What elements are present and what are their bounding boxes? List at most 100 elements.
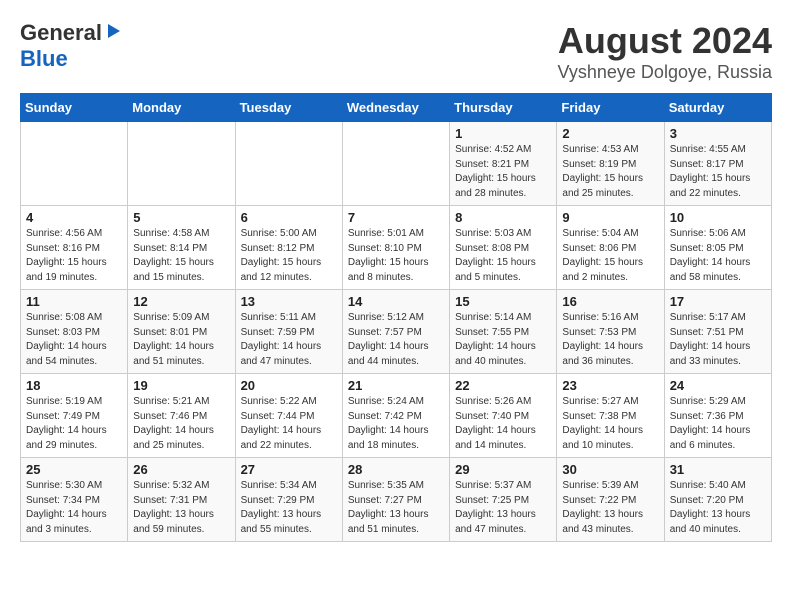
- day-number: 20: [241, 378, 337, 393]
- day-number: 8: [455, 210, 551, 225]
- calendar-cell: 1 Sunrise: 4:52 AM Sunset: 8:21 PM Daylig…: [450, 122, 557, 206]
- day-number: 17: [670, 294, 766, 309]
- week-row-4: 18 Sunrise: 5:19 AM Sunset: 7:49 PM Dayli…: [21, 374, 772, 458]
- day-number: 2: [562, 126, 658, 141]
- day-info: Sunrise: 5:21 AM Sunset: 7:46 PM Dayligh…: [133, 395, 229, 453]
- day-info: Sunrise: 4:58 AM Sunset: 8:14 PM Dayligh…: [133, 227, 229, 285]
- day-number: 29: [455, 462, 551, 477]
- calendar-title: August 2024: [558, 20, 772, 62]
- day-number: 4: [26, 210, 122, 225]
- day-number: 24: [670, 378, 766, 393]
- day-info: Sunrise: 5:37 AM Sunset: 7:25 PM Dayligh…: [455, 479, 551, 537]
- day-number: 31: [670, 462, 766, 477]
- day-number: 5: [133, 210, 229, 225]
- day-number: 21: [348, 378, 444, 393]
- day-info: Sunrise: 5:04 AM Sunset: 8:06 PM Dayligh…: [562, 227, 658, 285]
- day-info: Sunrise: 5:22 AM Sunset: 7:44 PM Dayligh…: [241, 395, 337, 453]
- calendar-cell: 2 Sunrise: 4:53 AM Sunset: 8:19 PM Daylig…: [557, 122, 664, 206]
- day-info: Sunrise: 5:11 AM Sunset: 7:59 PM Dayligh…: [241, 311, 337, 369]
- calendar-cell: 19 Sunrise: 5:21 AM Sunset: 7:46 PM Dayli…: [128, 374, 235, 458]
- day-info: Sunrise: 5:16 AM Sunset: 7:53 PM Dayligh…: [562, 311, 658, 369]
- logo-text-general: General: [20, 20, 102, 46]
- title-section: August 2024 Vyshneye Dolgoye, Russia: [558, 20, 772, 83]
- day-info: Sunrise: 4:55 AM Sunset: 8:17 PM Dayligh…: [670, 143, 766, 201]
- day-number: 7: [348, 210, 444, 225]
- week-row-5: 25 Sunrise: 5:30 AM Sunset: 7:34 PM Dayli…: [21, 458, 772, 542]
- calendar-cell: 16Sunrise: 5:16 AM Sunset: 7:53 PM Dayli…: [557, 290, 664, 374]
- day-info: Sunrise: 5:01 AM Sunset: 8:10 PM Dayligh…: [348, 227, 444, 285]
- day-number: 13: [241, 294, 337, 309]
- calendar-cell: 8Sunrise: 5:03 AM Sunset: 8:08 PM Daylig…: [450, 206, 557, 290]
- day-info: Sunrise: 5:06 AM Sunset: 8:05 PM Dayligh…: [670, 227, 766, 285]
- calendar-cell: 25 Sunrise: 5:30 AM Sunset: 7:34 PM Dayli…: [21, 458, 128, 542]
- calendar-cell: 4 Sunrise: 4:56 AM Sunset: 8:16 PM Daylig…: [21, 206, 128, 290]
- day-info: Sunrise: 5:00 AM Sunset: 8:12 PM Dayligh…: [241, 227, 337, 285]
- day-info: Sunrise: 4:53 AM Sunset: 8:19 PM Dayligh…: [562, 143, 658, 201]
- logo-text-blue: Blue: [20, 46, 68, 71]
- day-number: 12: [133, 294, 229, 309]
- logo: General Blue: [20, 20, 122, 72]
- calendar-cell: 29 Sunrise: 5:37 AM Sunset: 7:25 PM Dayli…: [450, 458, 557, 542]
- day-info: Sunrise: 4:52 AM Sunset: 8:21 PM Dayligh…: [455, 143, 551, 201]
- day-number: 25: [26, 462, 122, 477]
- day-info: Sunrise: 5:32 AM Sunset: 7:31 PM Dayligh…: [133, 479, 229, 537]
- calendar-cell: 30Sunrise: 5:39 AM Sunset: 7:22 PM Dayli…: [557, 458, 664, 542]
- day-number: 15: [455, 294, 551, 309]
- day-number: 18: [26, 378, 122, 393]
- day-info: Sunrise: 5:19 AM Sunset: 7:49 PM Dayligh…: [26, 395, 122, 453]
- day-info: Sunrise: 5:27 AM Sunset: 7:38 PM Dayligh…: [562, 395, 658, 453]
- day-number: 26: [133, 462, 229, 477]
- day-number: 19: [133, 378, 229, 393]
- calendar-cell: 27 Sunrise: 5:34 AM Sunset: 7:29 PM Dayli…: [235, 458, 342, 542]
- day-info: Sunrise: 5:24 AM Sunset: 7:42 PM Dayligh…: [348, 395, 444, 453]
- calendar-cell: 10 Sunrise: 5:06 AM Sunset: 8:05 PM Dayli…: [664, 206, 771, 290]
- day-info: Sunrise: 5:40 AM Sunset: 7:20 PM Dayligh…: [670, 479, 766, 537]
- calendar-cell: 18 Sunrise: 5:19 AM Sunset: 7:49 PM Dayli…: [21, 374, 128, 458]
- calendar-cell: 15Sunrise: 5:14 AM Sunset: 7:55 PM Dayli…: [450, 290, 557, 374]
- day-info: Sunrise: 5:35 AM Sunset: 7:27 PM Dayligh…: [348, 479, 444, 537]
- day-info: Sunrise: 5:12 AM Sunset: 7:57 PM Dayligh…: [348, 311, 444, 369]
- calendar-cell: 31 Sunrise: 5:40 AM Sunset: 7:20 PM Dayli…: [664, 458, 771, 542]
- day-number: 28: [348, 462, 444, 477]
- day-number: 11: [26, 294, 122, 309]
- day-number: 10: [670, 210, 766, 225]
- calendar-cell: [128, 122, 235, 206]
- header-thursday: Thursday: [450, 94, 557, 122]
- calendar-cell: 17Sunrise: 5:17 AM Sunset: 7:51 PM Dayli…: [664, 290, 771, 374]
- week-row-2: 4 Sunrise: 4:56 AM Sunset: 8:16 PM Daylig…: [21, 206, 772, 290]
- day-number: 9: [562, 210, 658, 225]
- calendar-cell: [342, 122, 449, 206]
- day-info: Sunrise: 4:56 AM Sunset: 8:16 PM Dayligh…: [26, 227, 122, 285]
- day-info: Sunrise: 5:34 AM Sunset: 7:29 PM Dayligh…: [241, 479, 337, 537]
- day-number: 22: [455, 378, 551, 393]
- calendar-cell: 21 Sunrise: 5:24 AM Sunset: 7:42 PM Dayli…: [342, 374, 449, 458]
- day-info: Sunrise: 5:30 AM Sunset: 7:34 PM Dayligh…: [26, 479, 122, 537]
- header-wednesday: Wednesday: [342, 94, 449, 122]
- header-tuesday: Tuesday: [235, 94, 342, 122]
- calendar-cell: 22 Sunrise: 5:26 AM Sunset: 7:40 PM Dayli…: [450, 374, 557, 458]
- header-sunday: Sunday: [21, 94, 128, 122]
- calendar-cell: [21, 122, 128, 206]
- calendar-cell: 12Sunrise: 5:09 AM Sunset: 8:01 PM Dayli…: [128, 290, 235, 374]
- day-info: Sunrise: 5:26 AM Sunset: 7:40 PM Dayligh…: [455, 395, 551, 453]
- calendar-table: SundayMondayTuesdayWednesdayThursdayFrid…: [20, 93, 772, 542]
- page-header: General Blue August 2024 Vyshneye Dolgoy…: [20, 20, 772, 83]
- calendar-cell: 24 Sunrise: 5:29 AM Sunset: 7:36 PM Dayli…: [664, 374, 771, 458]
- day-number: 14: [348, 294, 444, 309]
- calendar-cell: 6 Sunrise: 5:00 AM Sunset: 8:12 PM Daylig…: [235, 206, 342, 290]
- calendar-cell: 14 Sunrise: 5:12 AM Sunset: 7:57 PM Dayli…: [342, 290, 449, 374]
- logo-arrow-icon: [104, 22, 122, 45]
- week-row-3: 11 Sunrise: 5:08 AM Sunset: 8:03 PM Dayli…: [21, 290, 772, 374]
- calendar-cell: 7 Sunrise: 5:01 AM Sunset: 8:10 PM Daylig…: [342, 206, 449, 290]
- calendar-cell: 23 Sunrise: 5:27 AM Sunset: 7:38 PM Dayli…: [557, 374, 664, 458]
- calendar-cell: 9 Sunrise: 5:04 AM Sunset: 8:06 PM Daylig…: [557, 206, 664, 290]
- day-info: Sunrise: 5:08 AM Sunset: 8:03 PM Dayligh…: [26, 311, 122, 369]
- day-number: 27: [241, 462, 337, 477]
- day-number: 6: [241, 210, 337, 225]
- calendar-cell: 28 Sunrise: 5:35 AM Sunset: 7:27 PM Dayli…: [342, 458, 449, 542]
- day-number: 23: [562, 378, 658, 393]
- day-info: Sunrise: 5:39 AM Sunset: 7:22 PM Dayligh…: [562, 479, 658, 537]
- day-number: 1: [455, 126, 551, 141]
- calendar-header-row: SundayMondayTuesdayWednesdayThursdayFrid…: [21, 94, 772, 122]
- day-info: Sunrise: 5:29 AM Sunset: 7:36 PM Dayligh…: [670, 395, 766, 453]
